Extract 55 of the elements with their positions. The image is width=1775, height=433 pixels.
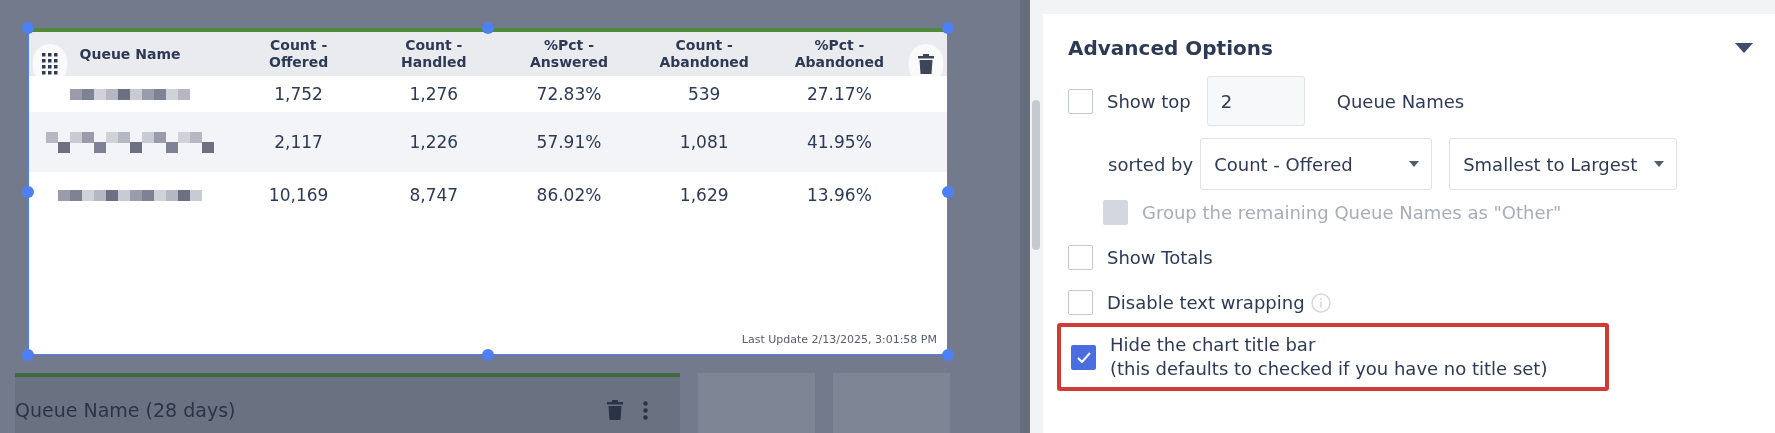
caret-icon — [1654, 161, 1665, 167]
collapse-toggle[interactable] — [1735, 43, 1753, 53]
column-header: Queue Name — [78, 45, 182, 63]
table-cell-text: 1,629 — [678, 185, 730, 205]
grip-icon — [42, 53, 58, 75]
table-cell-text: 539 — [686, 84, 722, 104]
option-label: Disable text wrapping — [1107, 290, 1305, 315]
table-cell-text: 8,747 — [408, 185, 460, 205]
column-header: Count - Offered — [268, 37, 330, 71]
table-cell-text: 41.95% — [805, 132, 873, 152]
number-input[interactable]: 2 — [1206, 76, 1305, 126]
option-label: Queue Names — [1336, 90, 1465, 112]
section-title: Advanced Options — [1068, 36, 1273, 60]
table-cell-text: 13.96% — [805, 185, 873, 205]
table-cell-text: 27.17% — [805, 84, 873, 104]
resize-handle[interactable] — [22, 22, 34, 34]
resize-handle[interactable] — [942, 22, 954, 34]
column-header: %Pct - Answered — [529, 37, 609, 71]
card-title: Queue Name (28 days) — [15, 399, 237, 421]
table-cell-text: 1,752 — [273, 84, 324, 104]
resize-handle[interactable] — [942, 349, 954, 361]
caret-icon — [1409, 161, 1420, 167]
table-cell-text: 72.83% — [535, 84, 603, 104]
trash-icon — [607, 400, 623, 420]
table-cell-text: 1,226 — [408, 132, 460, 152]
trash-icon — [918, 54, 934, 74]
column-header: Count - Handled — [400, 37, 468, 71]
table-cell-text: 2,117 — [273, 132, 324, 152]
sort-field-select[interactable]: Count - Offered — [1200, 138, 1433, 190]
sort-order-select[interactable]: Smallest to Largest — [1449, 138, 1678, 190]
caret-icon — [1735, 43, 1753, 53]
resize-handle[interactable] — [22, 185, 34, 198]
checkbox[interactable] — [1068, 245, 1093, 270]
resize-handle[interactable] — [482, 22, 494, 34]
table-cell-text: 57.91% — [535, 132, 603, 152]
option-label: sorted by — [1108, 153, 1194, 175]
checkbox[interactable] — [1068, 290, 1093, 315]
resize-handle[interactable] — [22, 349, 34, 361]
column-header: %Pct - Abandoned — [793, 37, 886, 71]
option-label: Show top — [1107, 90, 1191, 112]
column-header: Count - Abandoned — [658, 37, 750, 71]
table-widget[interactable] — [28, 28, 948, 355]
option-label: Hide the chart title bar (this defaults to checked if you have no title set) — [1110, 333, 1548, 381]
option-label: Show Totals — [1107, 245, 1213, 270]
scrollbar-thumb[interactable] — [1032, 100, 1040, 250]
checkbox[interactable] — [1068, 88, 1093, 114]
table-cell-text: 86.02% — [535, 185, 603, 205]
check-icon — [1076, 351, 1091, 363]
table-cell-text: 1,276 — [408, 84, 460, 104]
option-label: Group the remaining Queue Names as "Other" — [1142, 202, 1562, 223]
checkbox[interactable] — [1071, 344, 1096, 370]
table-cell-text: 10,169 — [267, 185, 330, 205]
table-cell-text: 1,081 — [678, 132, 730, 152]
last-update-text: Last Update 2/13/2025, 3:01:58 PM — [740, 333, 938, 348]
kebab-menu-icon — [643, 400, 648, 420]
